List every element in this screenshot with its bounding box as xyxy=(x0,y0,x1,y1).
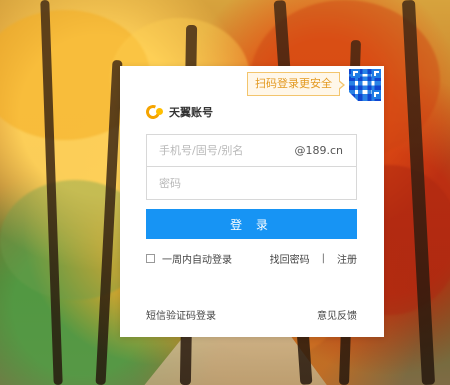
forgot-password-link[interactable]: 找回密码 xyxy=(270,251,310,266)
password-field-wrapper xyxy=(146,167,357,200)
login-options: 一周内自动登录 找回密码 | 注册 xyxy=(146,251,357,267)
account-links: 找回密码 | 注册 xyxy=(270,251,357,266)
qr-code-icon[interactable] xyxy=(344,66,384,106)
login-button[interactable]: 登 录 xyxy=(146,209,357,239)
password-input[interactable] xyxy=(147,167,356,199)
brand-logo-dot xyxy=(156,108,163,115)
username-field-wrapper: @189.cn xyxy=(146,134,357,167)
username-input[interactable] xyxy=(147,135,356,166)
qr-login-tip[interactable]: 扫码登录更安全 xyxy=(247,72,345,96)
remember-login-label: 一周内自动登录 xyxy=(162,255,232,266)
qr-finder-pattern xyxy=(372,69,381,78)
brand-logo-icon xyxy=(144,103,164,121)
qr-finder-pattern xyxy=(351,69,360,78)
login-card: 扫码登录更安全 天翼账号 @189.cn 登 录 一周内自动登录 找回密码 | … xyxy=(120,66,384,337)
register-link[interactable]: 注册 xyxy=(337,251,357,266)
link-separator: | xyxy=(321,253,325,264)
brand-header: 天翼账号 xyxy=(144,102,213,122)
checkbox-icon[interactable] xyxy=(146,254,155,263)
bottom-links: 短信验证码登录 意见反馈 xyxy=(146,307,357,322)
qr-finder-pattern xyxy=(372,90,381,99)
feedback-link[interactable]: 意见反馈 xyxy=(317,307,357,322)
sms-login-link[interactable]: 短信验证码登录 xyxy=(146,307,216,322)
remember-login-option[interactable]: 一周内自动登录 xyxy=(146,251,232,266)
brand-title: 天翼账号 xyxy=(169,105,213,119)
